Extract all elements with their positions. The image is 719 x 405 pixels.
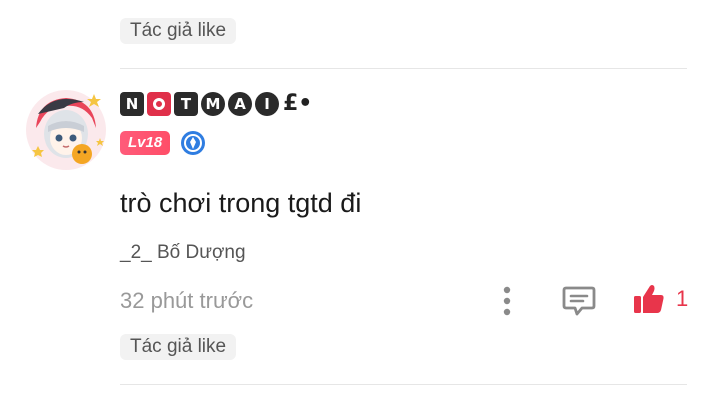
- username-char-1: N: [120, 91, 144, 116]
- username-char-6: I: [255, 91, 279, 116]
- username-char-2: [147, 91, 171, 116]
- author-like-label: Tác giả like: [130, 20, 227, 41]
- author-like-tag: Tác giả like: [120, 18, 237, 44]
- username-char-4: M: [201, 91, 225, 116]
- author-like-label: Tác giả like: [130, 336, 227, 357]
- comment-divider: [120, 384, 687, 385]
- comment-text: trò chơi trong tgtd đi: [120, 188, 362, 218]
- more-vertical-icon[interactable]: [497, 286, 517, 316]
- avatar[interactable]: [24, 88, 108, 172]
- author-like-tag: Tác giả like: [120, 334, 237, 360]
- medal-icon[interactable]: [180, 130, 206, 156]
- username-tail: £•: [283, 91, 313, 116]
- username-char-3: T: [174, 91, 198, 116]
- username[interactable]: N T M A I £•: [120, 91, 312, 116]
- comment-timestamp: 32 phút trước: [120, 288, 254, 313]
- thumbs-up-icon: [634, 285, 664, 313]
- like-button[interactable]: 1: [632, 282, 688, 316]
- user-badges: Lv18: [120, 130, 206, 156]
- comment-reply-icon[interactable]: [562, 285, 596, 317]
- comment-signature: _2_ Bố Dượng: [120, 242, 246, 263]
- comment-divider: [120, 68, 687, 69]
- username-char-5: A: [228, 91, 252, 116]
- level-badge: Lv18: [120, 131, 171, 155]
- ring-glyph-icon: [153, 97, 165, 110]
- like-count: 1: [676, 286, 689, 311]
